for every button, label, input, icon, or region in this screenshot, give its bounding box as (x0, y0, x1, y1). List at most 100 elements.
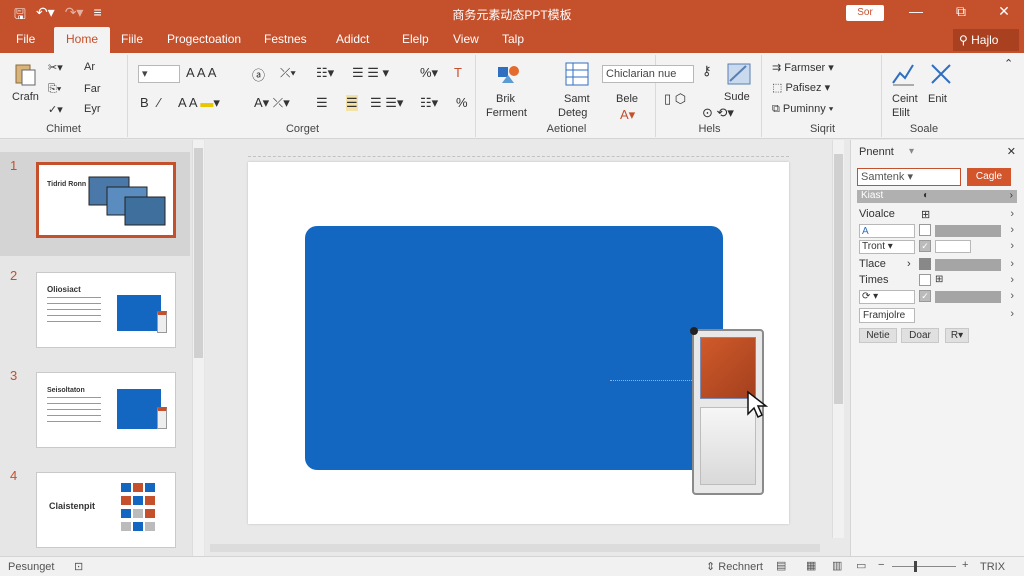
char-spacing-icon[interactable]: A▾ ⤫▾ (254, 95, 290, 111)
pane-button-1[interactable]: Netie (859, 328, 897, 343)
bele-button[interactable]: Bele (616, 93, 638, 105)
restore-button[interactable]: ⧉ (951, 3, 971, 20)
chevron-right-icon[interactable]: › (1010, 258, 1014, 270)
percent-icon[interactable]: %▾ (420, 65, 438, 81)
slide-preview[interactable]: Seisoltaton (36, 372, 176, 448)
pane-slider-3[interactable] (935, 291, 1001, 303)
slide-preview[interactable]: Tidrid Ronn (36, 162, 176, 238)
brik-button[interactable]: Brik (496, 93, 515, 105)
slide-thumb-4[interactable]: 4 Claistenpit (0, 468, 190, 564)
shapes-icon[interactable] (496, 61, 522, 87)
slide-preview[interactable]: Claistenpit (36, 472, 176, 548)
text-color-icon[interactable]: T (454, 65, 462, 80)
pane-checkbox-3[interactable] (919, 274, 931, 286)
highlight-icon[interactable]: ☰ (346, 95, 358, 111)
bullets-icon[interactable]: ☷▾ (316, 65, 334, 81)
clear-format-icon[interactable]: ⓐ (252, 65, 265, 84)
reading-view-icon[interactable]: ▥ (832, 559, 842, 572)
columns-icon[interactable]: ☷▾ (420, 95, 438, 111)
justify-icon[interactable]: ☰ ☰▾ (370, 95, 403, 111)
slide-preview[interactable]: Oliosiact (36, 272, 176, 348)
pane-footer-field[interactable]: Framjolre (859, 308, 915, 323)
tools-icon[interactable] (928, 61, 954, 87)
chevron-right-icon[interactable]: › (1010, 290, 1014, 302)
pane-button-2[interactable]: Doar (901, 328, 939, 343)
font-combo[interactable]: ▾ (138, 65, 180, 83)
siqrit-item-2[interactable]: ⬚ Pafisez ▾ (772, 81, 830, 94)
clipboard-item-2[interactable]: Far (84, 83, 101, 95)
cut-icon[interactable]: ✂▾ (48, 61, 63, 74)
tab-elelp[interactable]: Elelp (402, 32, 429, 46)
chevron-right-icon[interactable]: › (1010, 308, 1014, 320)
slideshow-icon[interactable]: ▭ (856, 559, 866, 572)
chevron-right-icon[interactable]: › (1010, 208, 1014, 220)
clipboard-item-1[interactable]: Ar (84, 61, 95, 73)
font-color-icon[interactable]: A A ▬▾ (178, 95, 220, 111)
zoom-slider[interactable] (892, 566, 956, 567)
pane-checkbox-4[interactable]: ✓ (919, 290, 931, 302)
font-size-buttons[interactable]: A A A (186, 65, 216, 80)
quick-styles-combo[interactable]: Chiclarian nue (602, 65, 694, 83)
siqrit-item-3[interactable]: ⧉ Puminny ▾ (772, 103, 833, 116)
tab-talp[interactable]: Talp (502, 32, 524, 46)
layout-icon[interactable]: ⊞ (935, 274, 943, 285)
indent-icon[interactable]: ☰ (316, 95, 328, 111)
pane-field-3[interactable] (935, 240, 971, 253)
pane-button-3[interactable]: R▾ (945, 328, 969, 343)
slide-thumb-3[interactable]: 3 Seisoltaton (0, 368, 190, 464)
tab-view[interactable]: View (453, 32, 479, 46)
format-painter-icon[interactable]: ✓▾ (48, 103, 63, 116)
normal-view-icon[interactable]: ▤ (776, 559, 786, 572)
close-button[interactable]: ✕ (994, 3, 1014, 20)
arrange-icon[interactable] (564, 61, 590, 87)
sude-button[interactable]: Sude (724, 91, 750, 103)
pane-field-4[interactable]: ⟳ ▾ (859, 290, 915, 304)
paste-button[interactable]: Crafn (12, 91, 39, 103)
blue-rectangle-shape[interactable] (305, 226, 723, 470)
tell-me-box[interactable]: ⚲ Hajlo (953, 29, 1019, 51)
pane-slider-1[interactable] (935, 225, 1001, 237)
thumbnail-scrollbar[interactable] (192, 140, 204, 556)
tab-fiile[interactable]: Fiile (121, 32, 143, 46)
pane-header-row[interactable]: Kiast ◐ › (857, 190, 1017, 203)
tab-progectoation[interactable]: Progectoation (167, 32, 241, 46)
deteg-button[interactable]: Deteg (558, 107, 587, 119)
slide-canvas[interactable] (248, 162, 789, 524)
tab-file[interactable]: File (16, 32, 35, 46)
pane-field-2[interactable]: Tront ▾ (859, 240, 915, 254)
bold-icon[interactable]: B (140, 95, 149, 110)
find-icon[interactable]: ⚷ (702, 63, 712, 79)
chevron-right-icon[interactable]: › (1010, 274, 1014, 286)
elilt-button[interactable]: Elilt (892, 107, 910, 119)
ceint-button[interactable]: Ceint (892, 93, 918, 105)
siqrit-item-1[interactable]: ⇉ Farmser ▾ (772, 61, 834, 74)
zoom-in-icon[interactable]: + (962, 559, 968, 571)
italic-icon[interactable]: ⁄ (158, 95, 160, 110)
enit-button[interactable]: Enit (928, 93, 947, 105)
pane-checkbox-1[interactable] (919, 224, 931, 236)
chevron-right-icon[interactable]: › (1010, 224, 1014, 236)
copy-icon[interactable]: ⎘▾ (48, 83, 61, 96)
notes-icon[interactable]: ⊡ (74, 560, 83, 573)
status-notes-button[interactable]: ⇕ Rechnert (706, 560, 763, 573)
canvas-scrollbar[interactable] (832, 140, 844, 538)
chevron-right-icon[interactable]: › (1010, 240, 1014, 252)
pane-options-icon[interactable]: ▾ (909, 146, 914, 157)
rotate-handle[interactable] (690, 327, 698, 335)
pane-field-1[interactable]: A (859, 224, 915, 238)
align-icon[interactable]: ☰ ☰ ▾ (352, 65, 389, 81)
zoom-out-icon[interactable]: − (878, 559, 884, 571)
tab-adidct[interactable]: Adidct (336, 32, 369, 46)
pane-slider-2[interactable] (935, 259, 1001, 271)
pane-swatch-1[interactable] (919, 258, 931, 270)
pane-row-1[interactable]: Vioalce ⊞ (859, 208, 1009, 222)
select-icon[interactable]: ⊙ ⟲▾ (702, 105, 734, 121)
shape-fill-icon[interactable]: A▾ (620, 107, 635, 123)
pane-action-button[interactable]: Cagle (967, 168, 1011, 186)
slide-layout-icon[interactable] (726, 61, 752, 87)
zoom-level[interactable]: TRIX (980, 561, 1005, 573)
percent-2-icon[interactable]: % (456, 95, 468, 110)
sign-in-button[interactable]: Sor (846, 5, 884, 21)
scroll-thumb[interactable] (194, 148, 203, 358)
sorter-view-icon[interactable]: ▦ (806, 559, 816, 572)
